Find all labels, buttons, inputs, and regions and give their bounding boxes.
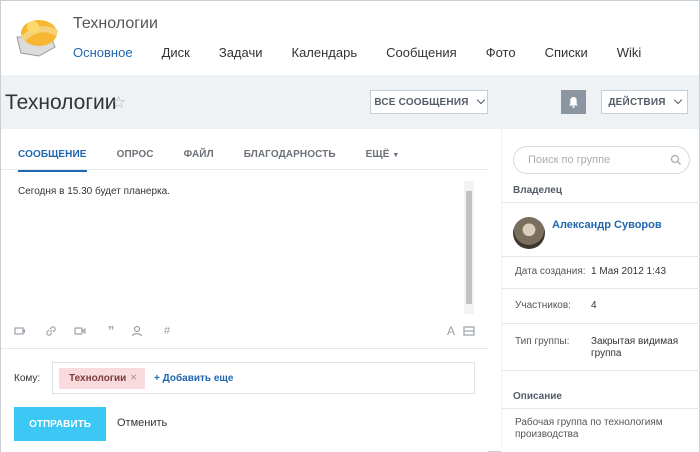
favorite-star-icon[interactable]: ☆: [111, 93, 126, 113]
recipients-field[interactable]: Технологии ✕ + Добавить еще: [52, 362, 475, 394]
scroll-thumb[interactable]: [466, 191, 472, 304]
search-icon[interactable]: [670, 154, 682, 166]
video-icon[interactable]: [74, 325, 86, 337]
group-type-value: Закрытая видимая группа: [591, 336, 679, 359]
divider: [502, 323, 700, 324]
actions-label: ДЕЙСТВИЯ: [608, 96, 666, 108]
divider: [502, 288, 700, 289]
actions-button[interactable]: ДЕЙСТВИЯ: [601, 90, 688, 114]
nav-photo[interactable]: Фото: [486, 45, 516, 60]
quote-icon[interactable]: ”: [105, 324, 117, 337]
video-message-icon[interactable]: [14, 325, 26, 337]
nav-disk[interactable]: Диск: [162, 45, 190, 60]
remove-recipient-icon[interactable]: ✕: [130, 373, 137, 382]
group-search-input[interactable]: Поиск по группе: [513, 146, 690, 174]
message-editor[interactable]: Сегодня в 15.30 будет планерка.: [18, 186, 170, 197]
group-type-label: Тип группы:: [515, 336, 570, 347]
tab-more-label: ЕЩЁ: [365, 149, 390, 160]
nav-wiki[interactable]: Wiki: [617, 45, 642, 60]
title-bar: Технологии ☆ ВСЕ СООБЩЕНИЯ ДЕЙСТВИЯ: [1, 75, 699, 129]
created-value: 1 Мая 2012 1:43: [591, 266, 667, 277]
description-heading: Описание: [513, 391, 562, 402]
add-recipient-link[interactable]: + Добавить еще: [154, 373, 233, 384]
recipient-chip-label: Технологии: [69, 373, 127, 384]
page-title: Технологии: [5, 91, 117, 114]
link-icon[interactable]: [45, 325, 57, 337]
text-format-icon[interactable]: A: [445, 325, 457, 337]
notifications-button[interactable]: [561, 90, 586, 114]
owner-name-link[interactable]: Александр Суворов: [552, 219, 662, 231]
send-button[interactable]: ОТПРАВИТЬ: [14, 407, 106, 441]
all-messages-label: ВСЕ СООБЩЕНИЯ: [374, 96, 469, 108]
owner-heading: Владелец: [513, 185, 562, 196]
post-composer: СООБЩЕНИЕ ОПРОС ФАЙЛ БЛАГОДАРНОСТЬ ЕЩЁ ▼…: [1, 129, 488, 452]
group-header: Технологии Основное Диск Задачи Календар…: [1, 1, 699, 75]
divider: [1, 348, 488, 349]
divider: [502, 370, 700, 371]
divider: [502, 408, 700, 409]
group-nav: Основное Диск Задачи Календарь Сообщения…: [73, 45, 670, 60]
nav-tasks[interactable]: Задачи: [219, 45, 263, 60]
created-label: Дата создания:: [515, 266, 586, 277]
nav-calendar[interactable]: Календарь: [292, 45, 358, 60]
nav-lists[interactable]: Списки: [545, 45, 588, 60]
divider: [1, 169, 488, 170]
nav-main[interactable]: Основное: [73, 45, 133, 60]
divider: [502, 202, 700, 203]
mention-user-icon[interactable]: [131, 325, 143, 337]
hashtag-icon[interactable]: #: [161, 325, 173, 337]
group-description: Рабочая группа по технологиям производст…: [515, 417, 663, 440]
members-label: Участников:: [515, 300, 571, 311]
editor-scrollbar[interactable]: [464, 181, 474, 314]
chevron-down-icon: [476, 95, 485, 105]
members-count[interactable]: 4: [591, 300, 597, 312]
editor-panel-icon[interactable]: [463, 325, 475, 337]
caret-down-icon: ▼: [392, 152, 400, 159]
bell-icon: [569, 97, 578, 108]
nav-messages[interactable]: Сообщения: [386, 45, 457, 60]
group-sidebar: Поиск по группе Владелец Александр Сувор…: [501, 129, 700, 452]
cancel-button[interactable]: Отменить: [117, 417, 167, 429]
recipients-label: Кому:: [14, 373, 41, 384]
all-messages-button[interactable]: ВСЕ СООБЩЕНИЯ: [370, 90, 488, 114]
divider: [502, 256, 700, 257]
recipient-chip[interactable]: Технологии ✕: [59, 368, 145, 389]
group-name: Технологии: [73, 15, 158, 32]
chevron-down-icon: [673, 95, 682, 105]
group-logo-icon[interactable]: [11, 9, 61, 59]
avatar[interactable]: [513, 217, 545, 249]
